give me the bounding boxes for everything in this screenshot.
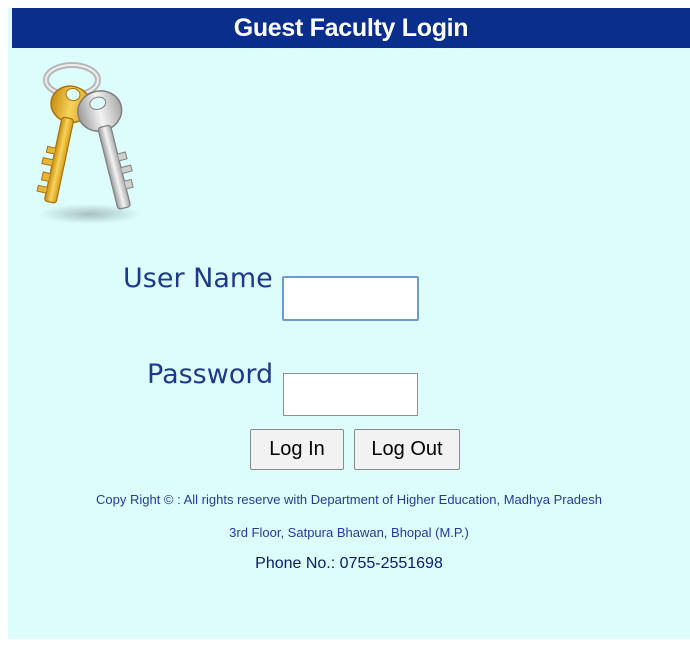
keys-icon (36, 62, 142, 224)
phone-text: Phone No.: 0755-2551698 (255, 555, 443, 572)
username-input[interactable] (282, 276, 419, 321)
login-button[interactable]: Log In (250, 429, 344, 470)
copyright-text: Copy Right © : All rights reserve with D… (96, 492, 602, 507)
page-title: Guest Faculty Login (12, 8, 690, 48)
logout-button[interactable]: Log Out (354, 429, 460, 470)
address-text: 3rd Floor, Satpura Bhawan, Bhopal (M.P.) (229, 525, 469, 540)
username-label: User Name (123, 263, 273, 294)
login-panel: Guest Faculty Login User Name Password L… (8, 8, 690, 639)
password-label: Password (147, 359, 274, 390)
password-input[interactable] (283, 373, 418, 416)
